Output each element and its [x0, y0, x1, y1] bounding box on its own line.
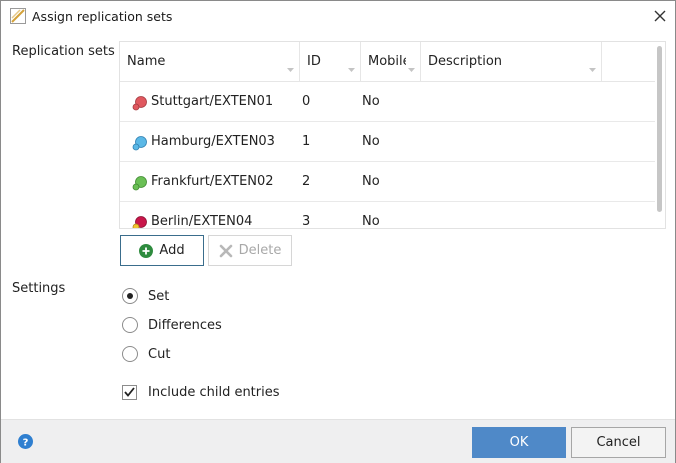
cancel-button-label: Cancel — [596, 435, 641, 450]
app-document-icon — [10, 8, 26, 24]
cell-name: Frankfurt/EXTEN02 — [151, 174, 274, 189]
close-button[interactable] — [649, 5, 671, 27]
title-bar: Assign replication sets — [1, 1, 675, 32]
sort-arrow-icon — [589, 68, 596, 72]
table-header: Name ID Mobile Description — [120, 42, 655, 82]
table-row[interactable]: Berlin/EXTEN04 3 No — [120, 202, 655, 229]
sort-arrow-icon — [408, 68, 415, 72]
replication-set-icon — [132, 96, 147, 111]
svg-text:?: ? — [23, 438, 29, 449]
help-icon[interactable]: ? — [18, 434, 33, 449]
replication-sets-label: Replication sets — [12, 44, 115, 59]
radio-button[interactable] — [122, 317, 138, 333]
cell-mobile: No — [362, 214, 380, 229]
column-header-name[interactable]: Name — [120, 42, 300, 82]
sort-arrow-icon — [287, 68, 294, 72]
vertical-scrollbar[interactable] — [657, 46, 662, 212]
cell-mobile: No — [362, 174, 380, 189]
cell-id: 2 — [302, 174, 311, 189]
delete-button[interactable]: Delete — [208, 235, 292, 266]
table-row[interactable]: Stuttgart/EXTEN01 0 No — [120, 82, 655, 122]
cell-mobile: No — [362, 94, 380, 109]
checkmark-icon — [124, 387, 135, 397]
ok-button[interactable]: OK — [472, 427, 566, 458]
replication-set-icon — [132, 136, 147, 151]
column-header-label: ID — [307, 54, 321, 69]
add-icon — [139, 243, 154, 258]
delete-icon — [219, 244, 232, 257]
column-header-label: Description — [428, 54, 503, 69]
replication-set-icon — [132, 216, 147, 228]
window-title: Assign replication sets — [32, 9, 173, 24]
cell-id: 1 — [302, 134, 311, 149]
column-header-label: Name — [127, 54, 166, 69]
radio-differences[interactable]: Differences — [122, 315, 222, 335]
radio-button[interactable] — [122, 288, 138, 304]
cell-name: Stuttgart/EXTEN01 — [151, 94, 274, 109]
radio-button[interactable] — [122, 346, 138, 362]
dialog-footer: ? OK Cancel — [1, 419, 675, 463]
add-button-label: Add — [159, 243, 185, 258]
replication-set-icon — [132, 176, 147, 191]
cell-id: 3 — [302, 214, 311, 229]
radio-label: Cut — [148, 346, 171, 362]
add-button[interactable]: Add — [120, 235, 204, 266]
cell-mobile: No — [362, 134, 380, 149]
include-child-entries-label: Include child entries — [148, 384, 280, 400]
include-child-entries-checkbox-row[interactable]: Include child entries — [122, 382, 280, 402]
table-row[interactable]: Hamburg/EXTEN03 1 No — [120, 122, 655, 162]
radio-cut[interactable]: Cut — [122, 344, 170, 364]
radio-label: Set — [148, 288, 170, 304]
delete-button-label: Delete — [238, 243, 282, 258]
column-header-mobile[interactable]: Mobile — [361, 42, 421, 82]
cell-name: Hamburg/EXTEN03 — [151, 134, 275, 149]
include-child-entries-checkbox[interactable] — [122, 384, 137, 400]
cancel-button[interactable]: Cancel — [571, 427, 666, 458]
radio-label: Differences — [148, 317, 222, 333]
table-row[interactable]: Frankfurt/EXTEN02 2 No — [120, 162, 655, 202]
ok-button-label: OK — [509, 435, 529, 450]
column-header-id[interactable]: ID — [300, 42, 361, 82]
cell-id: 0 — [302, 94, 311, 109]
column-header-label: Mobile — [368, 54, 406, 69]
settings-label: Settings — [12, 281, 66, 296]
cell-name: Berlin/EXTEN04 — [151, 214, 253, 229]
radio-set[interactable]: Set — [122, 286, 169, 306]
close-icon — [654, 10, 666, 22]
replication-sets-table: Name ID Mobile Description Stuttgart/EXT… — [119, 41, 666, 229]
assign-replication-sets-dialog: Assign replication sets Replication sets… — [0, 0, 676, 463]
sort-arrow-icon — [348, 68, 355, 72]
column-header-description[interactable]: Description — [421, 42, 602, 82]
